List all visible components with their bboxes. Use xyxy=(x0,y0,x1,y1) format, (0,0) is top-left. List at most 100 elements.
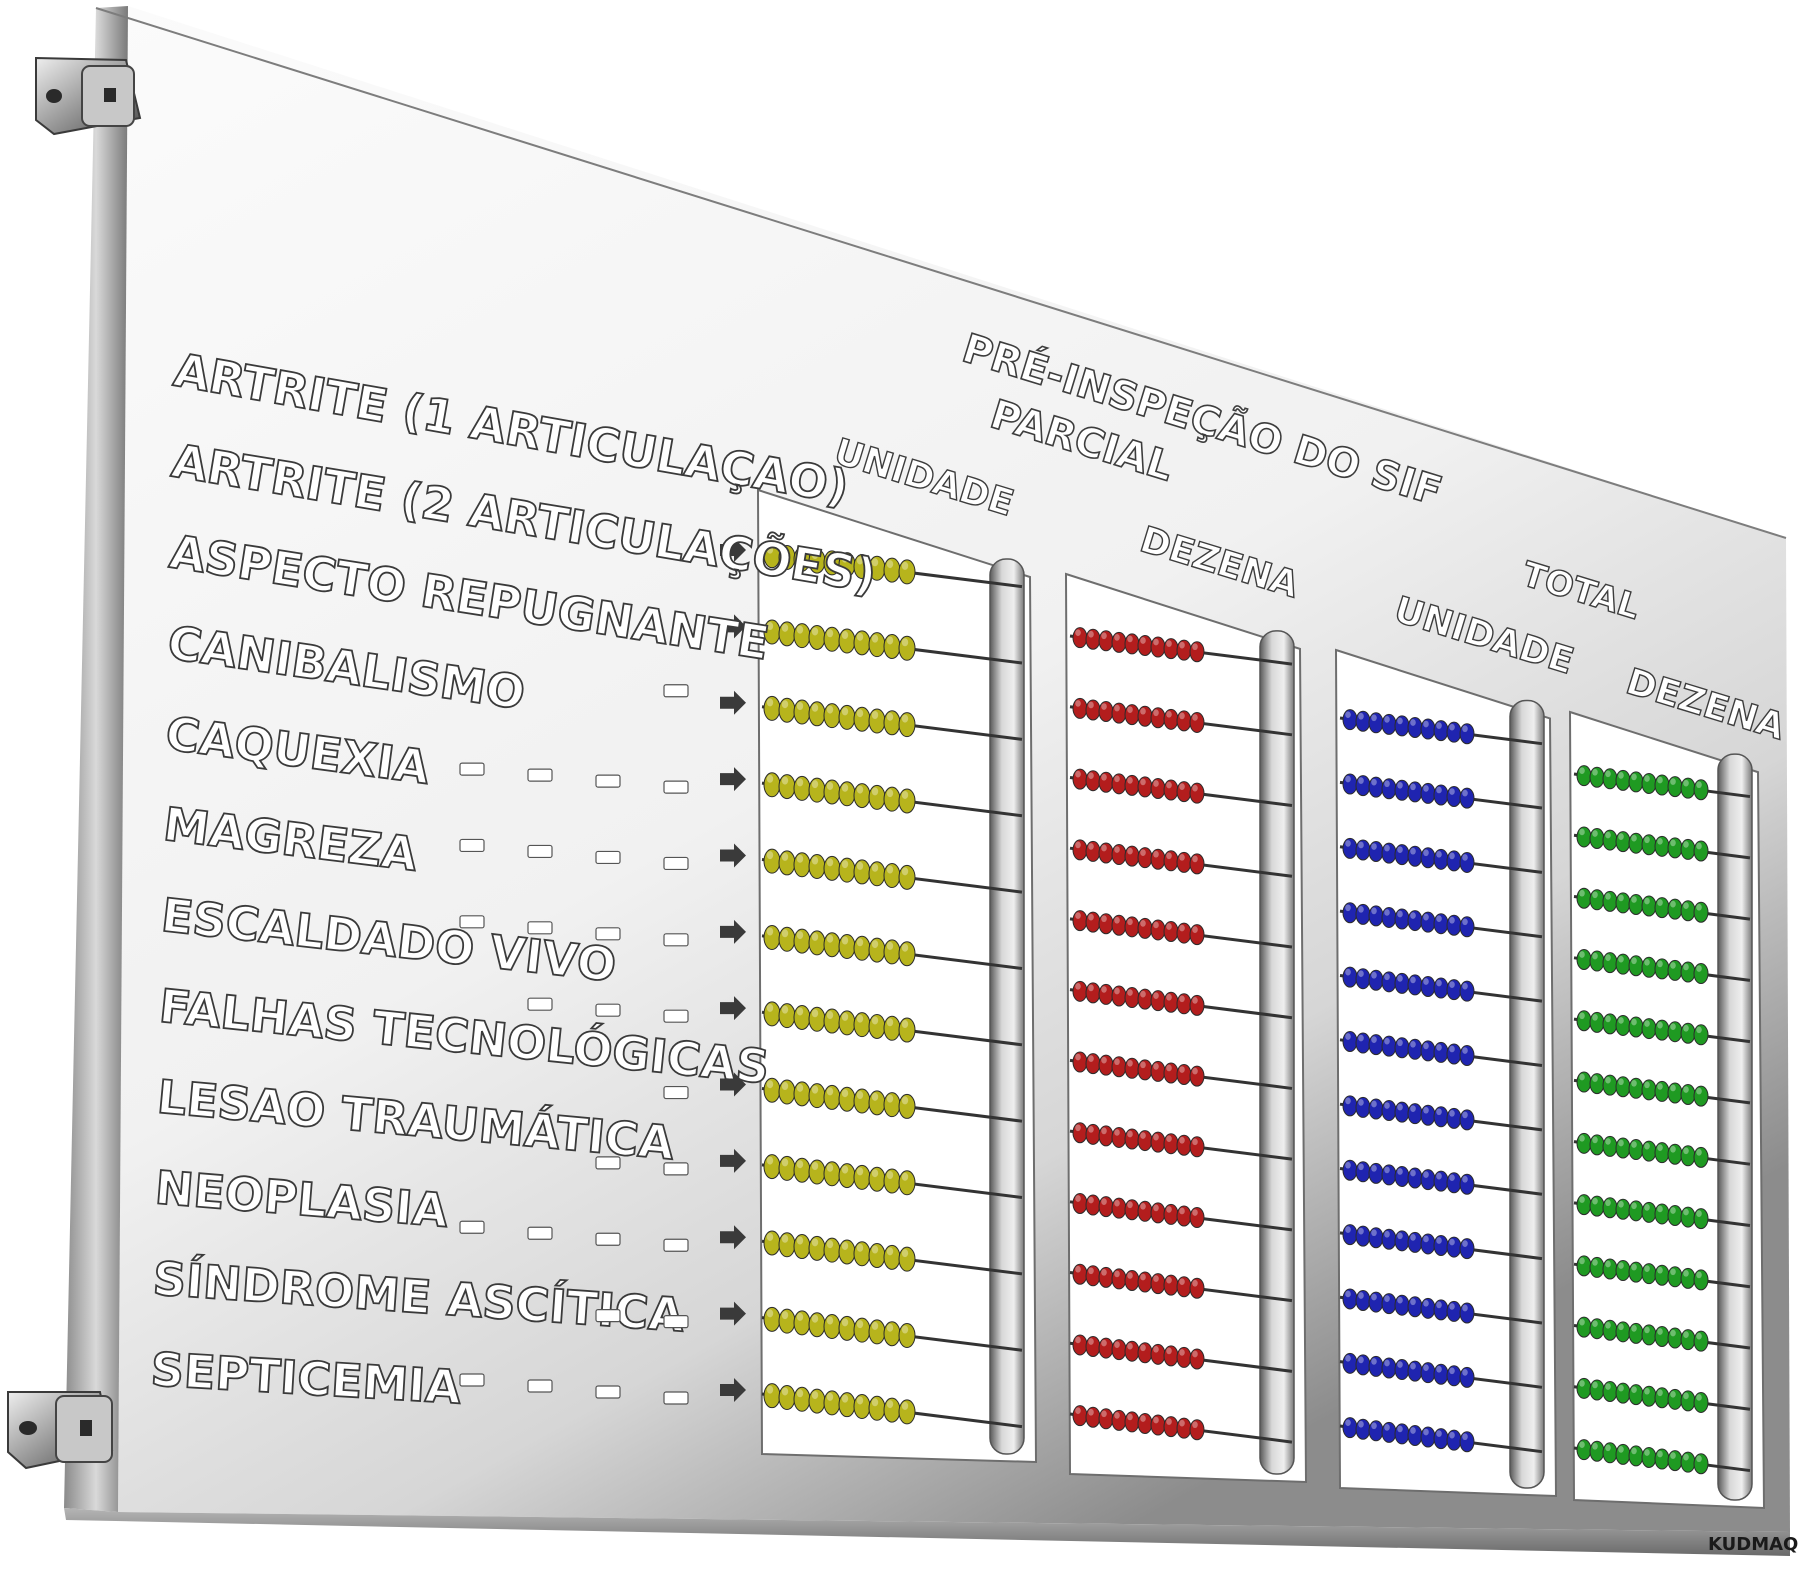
brand-logo-text: KUDMAQ xyxy=(1708,1534,1798,1555)
row-leader-dash xyxy=(663,684,689,698)
bead-highlight xyxy=(1410,1427,1416,1434)
bead-highlight xyxy=(1127,1272,1133,1279)
bead-highlight xyxy=(1345,1161,1351,1169)
bead-highlight xyxy=(1436,1301,1442,1309)
bead-highlight xyxy=(766,1232,774,1241)
bead-highlight xyxy=(1683,963,1689,971)
bead-highlight xyxy=(1410,1169,1416,1177)
bead-highlight xyxy=(1462,725,1468,733)
bead-highlight xyxy=(766,1080,774,1089)
bead-highlight xyxy=(1397,846,1403,853)
bead-highlight xyxy=(1670,1145,1676,1153)
bead-highlight xyxy=(1592,1013,1598,1021)
bead-highlight xyxy=(1371,714,1377,722)
bead-highlight xyxy=(1358,1163,1364,1171)
bead-highlight xyxy=(1358,712,1364,720)
bead-highlight xyxy=(1579,1196,1585,1203)
bead-highlight xyxy=(841,860,849,869)
bead-highlight xyxy=(1114,1129,1120,1136)
bead-highlight xyxy=(1384,1037,1390,1045)
bead-highlight xyxy=(1345,711,1351,719)
bead-highlight xyxy=(1683,1331,1689,1338)
bead-highlight xyxy=(841,783,849,792)
bead-highlight xyxy=(1657,776,1663,784)
row-leader-dash xyxy=(663,1162,689,1176)
bead-highlight xyxy=(1371,1165,1377,1172)
bead-highlight xyxy=(1618,955,1624,963)
bead-highlight xyxy=(1088,1125,1094,1133)
row-leader-dash xyxy=(595,850,621,865)
bead-highlight xyxy=(1683,779,1689,787)
bead-highlight xyxy=(781,776,789,785)
bead-highlight xyxy=(1436,1237,1442,1244)
bead-highlight xyxy=(1579,767,1585,775)
bead-highlight xyxy=(1397,1103,1403,1111)
bead-highlight xyxy=(796,1236,804,1245)
bead-highlight xyxy=(871,1398,879,1407)
bead-highlight xyxy=(1114,846,1120,853)
bead-highlight xyxy=(1631,834,1637,842)
bead-highlight xyxy=(1140,778,1146,786)
row-leader-dash xyxy=(527,1226,553,1240)
bead-highlight xyxy=(1579,951,1585,958)
bead-highlight xyxy=(1657,1144,1663,1152)
bead-highlight xyxy=(901,1401,909,1410)
bead-highlight xyxy=(781,623,789,632)
row-leader-dash xyxy=(663,780,689,794)
bead-highlight xyxy=(1657,1328,1663,1335)
bead-highlight xyxy=(1192,1421,1198,1429)
bead-highlight xyxy=(1670,1452,1676,1459)
bead-highlight xyxy=(796,1007,804,1016)
bead-highlight xyxy=(1127,989,1133,996)
row-leader-dash xyxy=(595,1003,621,1017)
bead-highlight xyxy=(1631,773,1637,781)
bead-highlight xyxy=(1644,1265,1650,1272)
bead-highlight xyxy=(1153,921,1159,929)
bead-highlight xyxy=(1410,1298,1416,1306)
bead-highlight xyxy=(1075,770,1081,778)
bead-highlight xyxy=(1101,1410,1107,1418)
bead-highlight xyxy=(1631,1079,1637,1087)
bead-highlight xyxy=(1127,847,1133,855)
bead-highlight xyxy=(1153,1204,1159,1212)
bead-highlight xyxy=(781,1005,789,1014)
bead-highlight xyxy=(1153,850,1159,858)
bead-highlight xyxy=(1179,783,1185,790)
bead-highlight xyxy=(1371,1358,1377,1365)
bead-highlight xyxy=(1345,968,1351,976)
bead-highlight xyxy=(1127,1342,1133,1350)
bead-highlight xyxy=(811,1085,819,1094)
bead-highlight xyxy=(1592,1259,1598,1266)
bead-highlight xyxy=(1166,852,1172,860)
bead-highlight xyxy=(1644,897,1650,905)
bead-highlight xyxy=(1657,1021,1663,1029)
bead-highlight xyxy=(1605,1199,1611,1207)
bead-highlight xyxy=(1423,1042,1429,1050)
bead-highlight xyxy=(781,1311,789,1320)
bead-highlight xyxy=(796,1160,804,1169)
bead-highlight xyxy=(1683,902,1689,910)
bead-highlight xyxy=(1592,1381,1598,1389)
bead-highlight xyxy=(1166,781,1172,789)
row-leader-dash xyxy=(459,838,485,853)
bead-highlight xyxy=(871,787,879,796)
row-leader-dash xyxy=(595,1232,621,1246)
bead-highlight xyxy=(1088,1338,1094,1345)
bead-highlight xyxy=(1345,904,1351,912)
bead-highlight xyxy=(1166,1347,1172,1355)
bead-highlight xyxy=(886,1323,894,1332)
bead-highlight xyxy=(1088,1408,1094,1416)
bead-highlight xyxy=(796,854,804,863)
bead-highlight xyxy=(1592,952,1598,960)
bead-highlight xyxy=(1153,780,1159,787)
bead-highlight xyxy=(841,1241,849,1250)
bead-highlight xyxy=(1592,891,1598,899)
bead-highlight xyxy=(1114,704,1120,712)
bead-highlight xyxy=(1384,1424,1390,1431)
bead-highlight xyxy=(901,943,909,952)
bead-highlight xyxy=(1101,773,1107,781)
bead-highlight xyxy=(1592,1075,1598,1082)
bead-highlight xyxy=(1683,1086,1689,1093)
bead-highlight xyxy=(1696,1455,1702,1463)
bead-highlight xyxy=(1696,1394,1702,1401)
